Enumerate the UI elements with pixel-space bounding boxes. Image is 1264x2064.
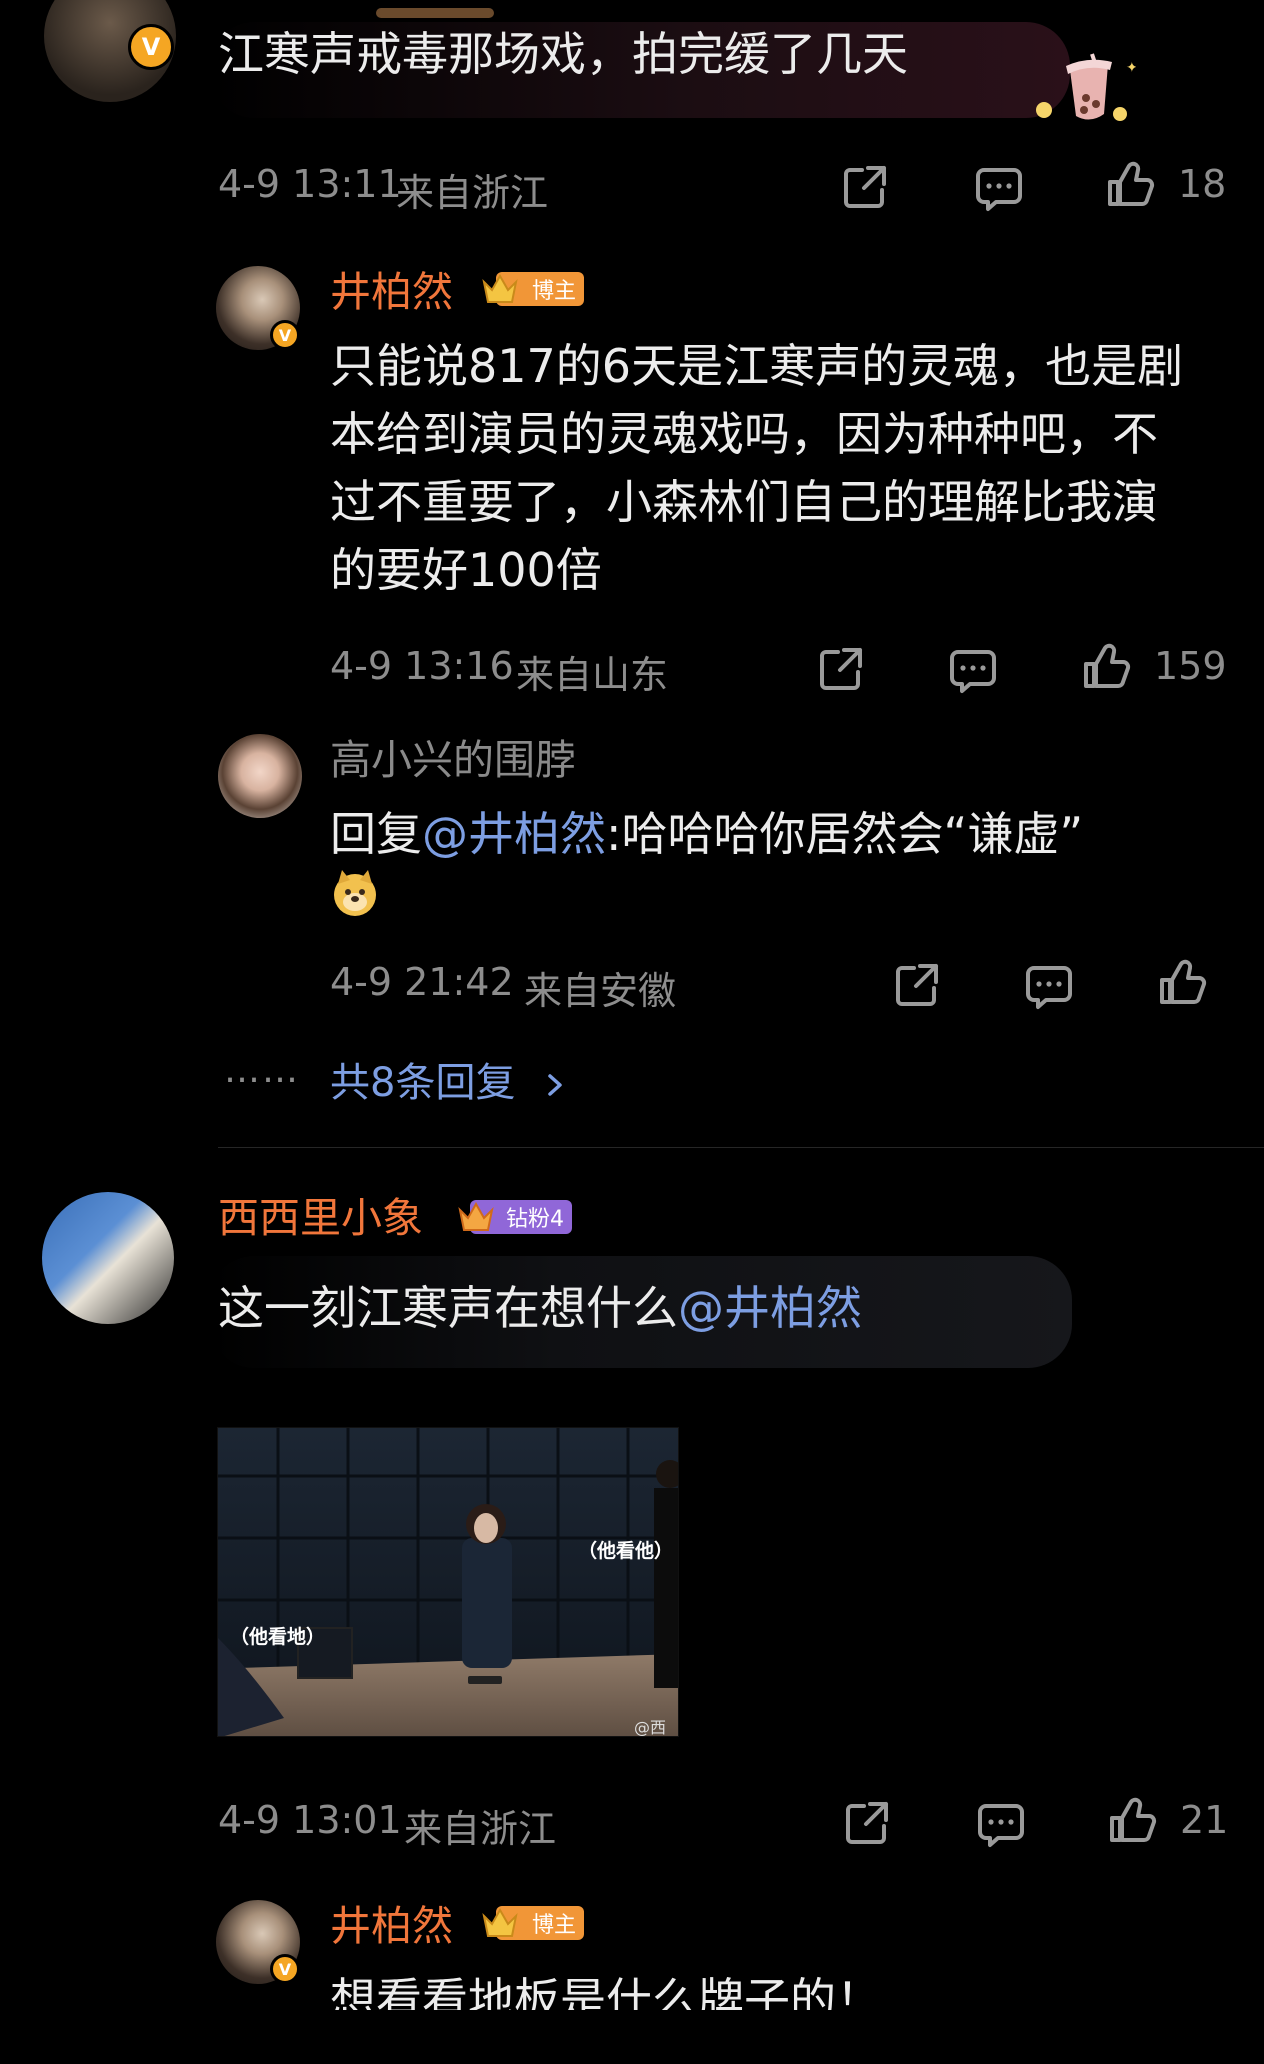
chevron-right-icon [548, 1074, 562, 1096]
blogger-badge: 博主 [476, 1906, 585, 1940]
mention-link[interactable]: @井柏然 [422, 807, 606, 861]
like-count: 18 [1178, 162, 1227, 206]
comment-icon[interactable] [974, 164, 1024, 214]
comment-location: 来自浙江 [404, 1807, 557, 1851]
more-replies-label: 共8条回复 [330, 1060, 516, 1106]
comment-time: 4-9 13:11 [218, 162, 402, 206]
share-icon[interactable] [892, 960, 942, 1010]
comment-location: 来自浙江 [396, 171, 549, 215]
reply-username[interactable]: 井柏然 [330, 1900, 453, 1952]
reply-text: 回复@井柏然:哈哈哈你居然会“谦虚” [330, 800, 1083, 868]
avatar [218, 734, 302, 818]
avatar [42, 1192, 174, 1324]
reply-time: 4-9 13:16 [330, 644, 514, 688]
fan-badge: 钻粉4 [456, 1200, 572, 1234]
comment-time: 4-9 13:01 [218, 1798, 402, 1842]
verified-icon: V [270, 320, 300, 350]
scene-image [218, 1428, 678, 1736]
verified-icon: V [128, 24, 174, 70]
doge-emoji-icon [334, 870, 376, 916]
reply-username[interactable]: 井柏然 [330, 266, 453, 318]
more-replies-dots: …… [224, 1050, 300, 1091]
comment-icon[interactable] [948, 646, 998, 696]
like-icon[interactable] [1106, 160, 1156, 210]
verified-icon: V [270, 1954, 300, 1984]
comment-username[interactable]: 西西里小象 [218, 1192, 423, 1244]
crown-icon [458, 1201, 494, 1231]
like-icon[interactable] [1158, 958, 1208, 1008]
like-icon[interactable] [1108, 1796, 1158, 1846]
comment-image[interactable]: （他看地） （他看他） @西 [217, 1427, 679, 1737]
reply-text: 只能说817的6天是江寒声的灵魂，也是剧本给到演员的灵魂戏吗，因为种种吧，不过不… [330, 339, 1184, 597]
reply-time: 4-9 21:42 [330, 960, 514, 1004]
comment-icon[interactable] [1024, 962, 1074, 1012]
reply-prefix: 回复 [330, 807, 422, 861]
like-count: 159 [1154, 644, 1227, 688]
reply-username[interactable]: 高小兴的围脖 [330, 734, 576, 786]
like-count: 21 [1180, 1798, 1229, 1842]
share-icon[interactable] [842, 1798, 892, 1848]
svg-text:✦: ✦ [1126, 60, 1136, 76]
comment-text: 这一刻江寒声在想什么@井柏然 [218, 1274, 862, 1342]
image-watermark: @西 [634, 1718, 667, 1737]
more-replies-link[interactable]: 共8条回复 [330, 1050, 568, 1108]
image-caption-left: （他看地） [230, 1626, 326, 1648]
bubble-tea-sticker-icon: ✦ [1036, 53, 1136, 121]
sheet-drag-handle[interactable] [376, 8, 494, 18]
like-icon[interactable] [1082, 642, 1132, 692]
crown-icon [482, 273, 518, 303]
reply-location: 来自安徽 [524, 969, 677, 1013]
comment-body: 这一刻江寒声在想什么 [218, 1281, 678, 1335]
bottom-edge-mask [0, 2010, 1264, 2064]
comment-icon[interactable] [976, 1800, 1026, 1850]
share-icon[interactable] [840, 162, 890, 212]
mention-link[interactable]: @井柏然 [678, 1281, 862, 1335]
reply-avatar[interactable] [218, 734, 302, 818]
comment-avatar[interactable] [42, 1192, 174, 1324]
crown-icon [482, 1907, 518, 1937]
divider [218, 1147, 1264, 1148]
comment-text: 江寒声戒毒那场戏，拍完缓了几天 [218, 27, 908, 81]
image-caption-right: （他看他） [578, 1540, 674, 1562]
reply-body: :哈哈哈你居然会“谦虚” [606, 807, 1084, 861]
reply-location: 来自山东 [516, 653, 669, 697]
share-icon[interactable] [816, 644, 866, 694]
blogger-badge: 博主 [476, 272, 585, 306]
